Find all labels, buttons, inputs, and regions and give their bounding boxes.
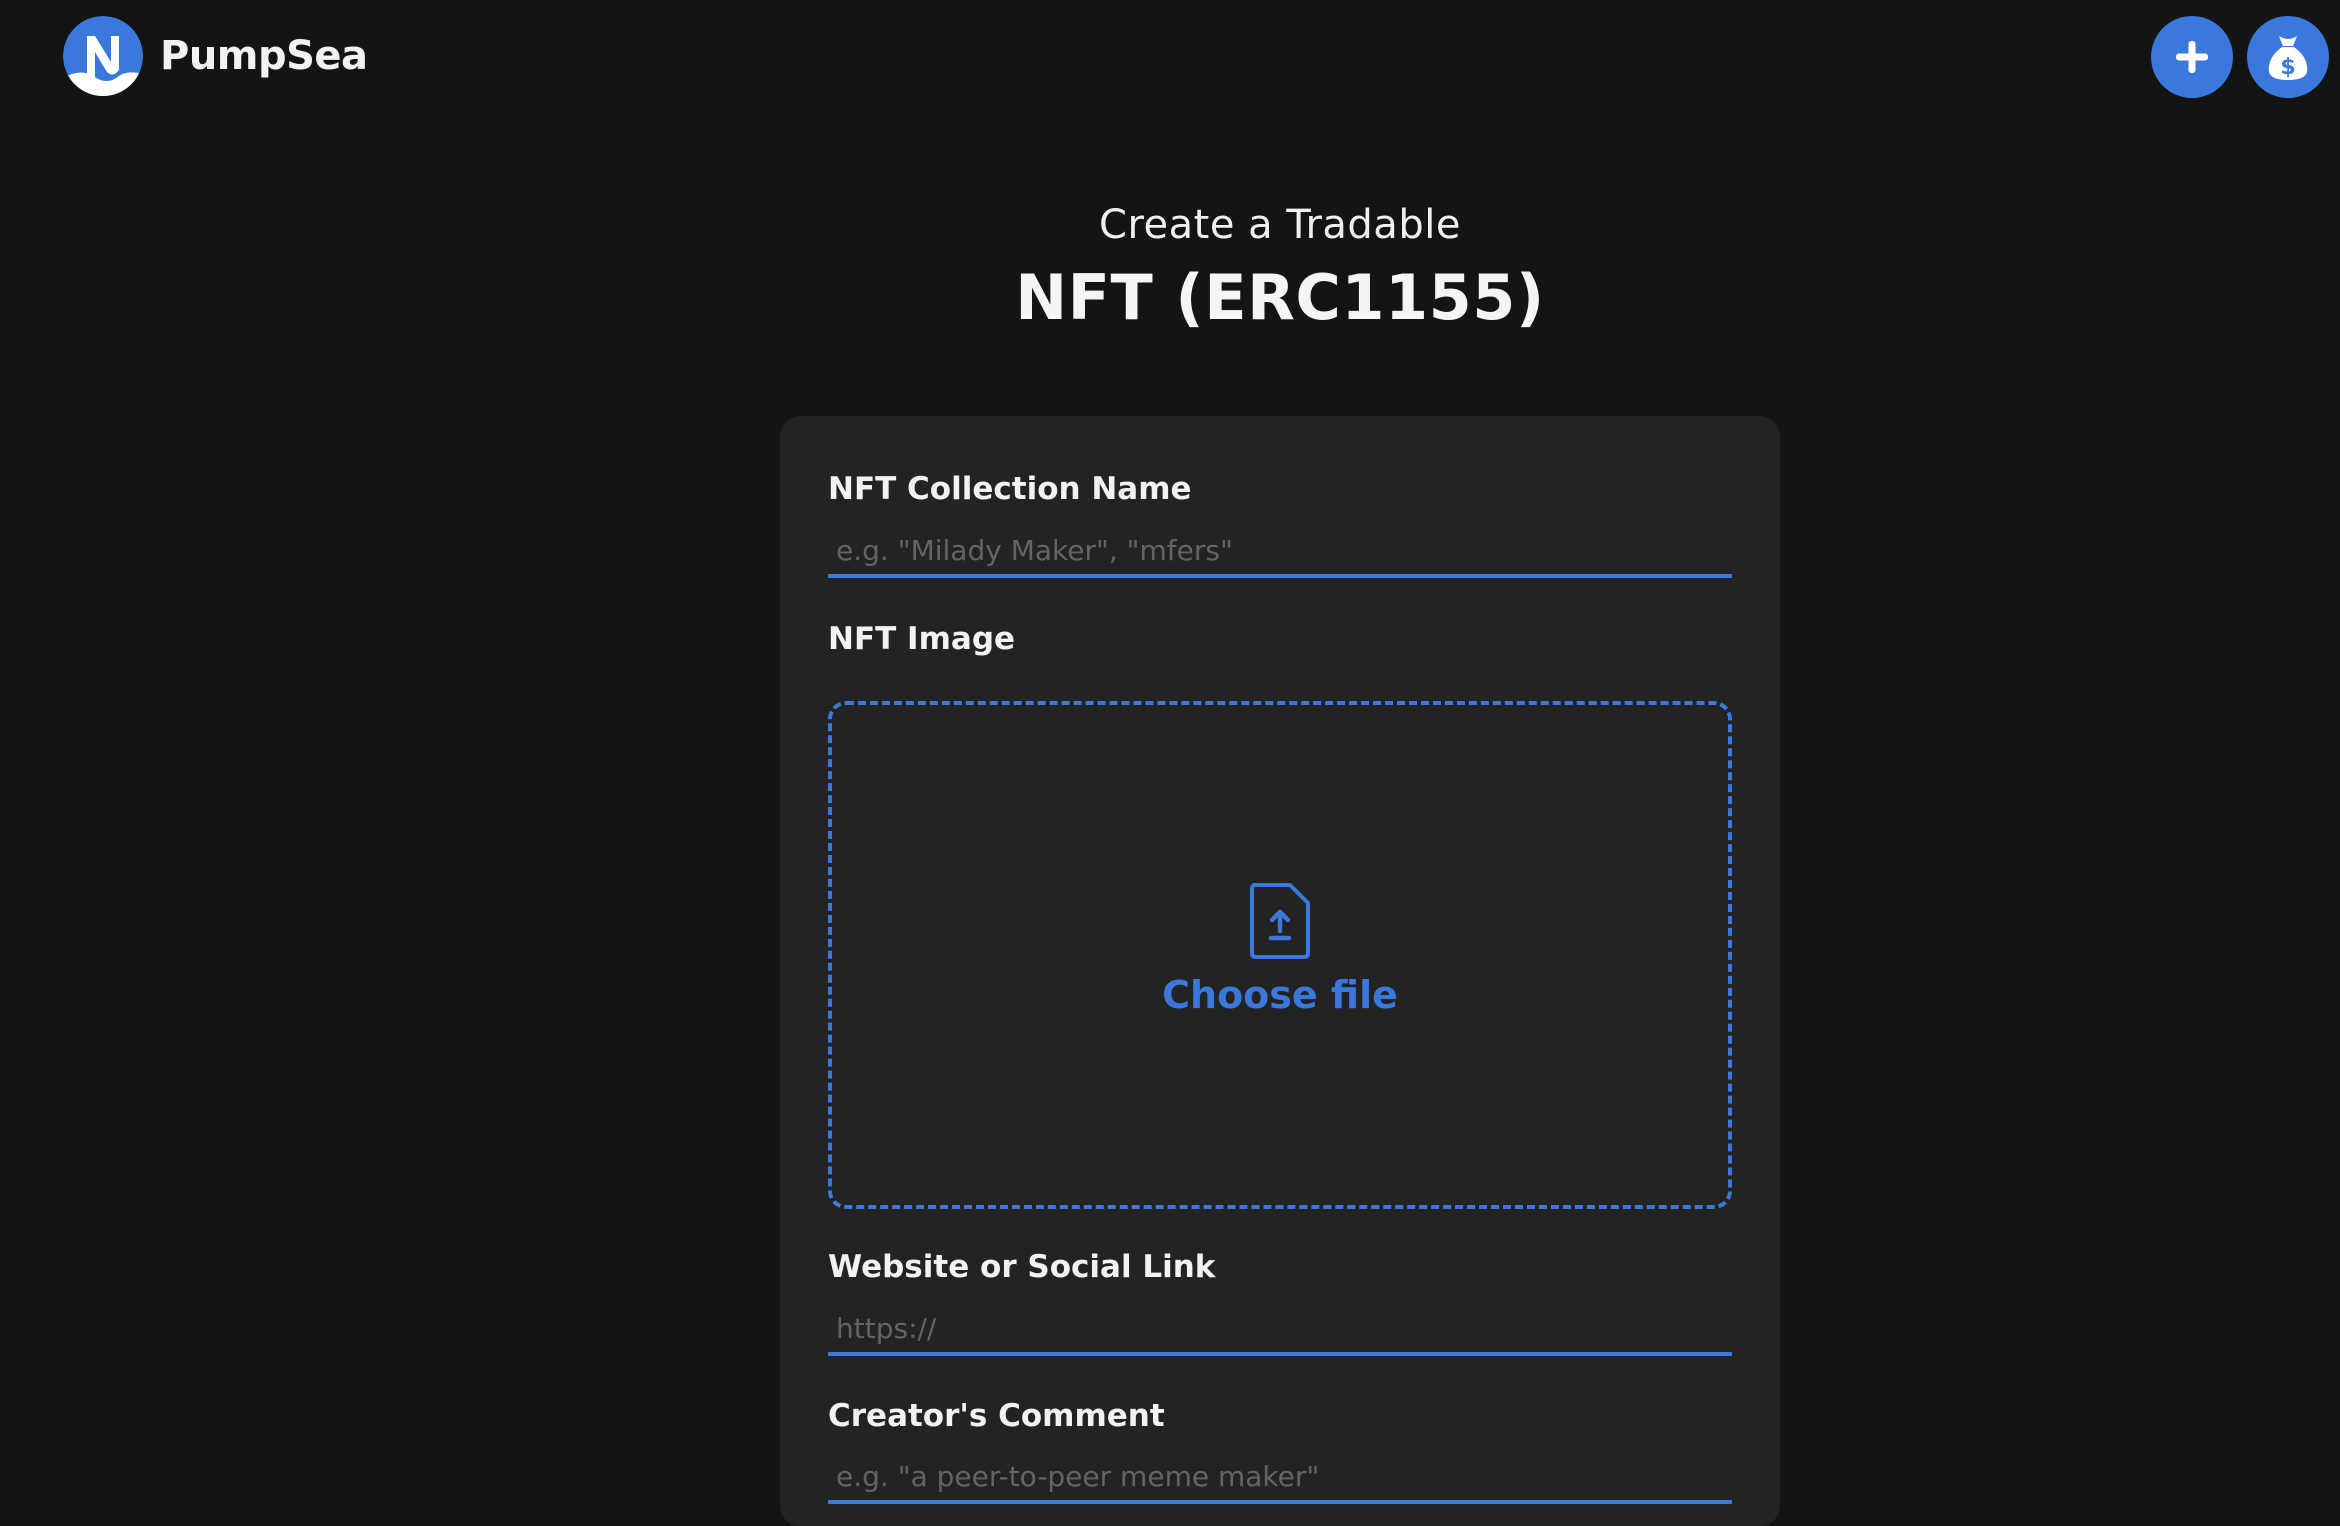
creator-comment-label: Creator's Comment xyxy=(828,1398,1165,1434)
nft-image-label: NFT Image xyxy=(828,621,1016,657)
create-button[interactable] xyxy=(2151,16,2233,98)
svg-text:$: $ xyxy=(2280,55,2295,80)
page-title: Create a Tradable NFT (ERC1155) xyxy=(780,200,1780,334)
money-bag-icon: $ xyxy=(2268,36,2308,80)
collection-name-input[interactable] xyxy=(828,526,1732,578)
brand-name: PumpSea xyxy=(160,33,368,79)
creator-comment-input[interactable] xyxy=(828,1452,1732,1504)
page-title-line2: NFT (ERC1155) xyxy=(1015,261,1545,334)
choose-file-button[interactable]: Choose file xyxy=(832,973,1728,1017)
wallet-button[interactable]: $ xyxy=(2247,16,2329,98)
file-upload-icon xyxy=(1250,883,1310,959)
pumpsea-logo-icon xyxy=(63,16,143,96)
image-dropzone[interactable]: Choose file xyxy=(828,701,1732,1209)
top-bar: PumpSea $ xyxy=(0,0,2340,120)
brand[interactable]: PumpSea xyxy=(63,16,368,96)
website-input[interactable] xyxy=(828,1304,1732,1356)
create-nft-form: NFT Collection Name NFT Image Choose fil… xyxy=(780,416,1780,1526)
page-title-line1: Create a Tradable xyxy=(1099,202,1461,248)
website-label: Website or Social Link xyxy=(828,1249,1216,1285)
plus-icon xyxy=(2176,41,2208,73)
collection-name-label: NFT Collection Name xyxy=(828,471,1192,507)
